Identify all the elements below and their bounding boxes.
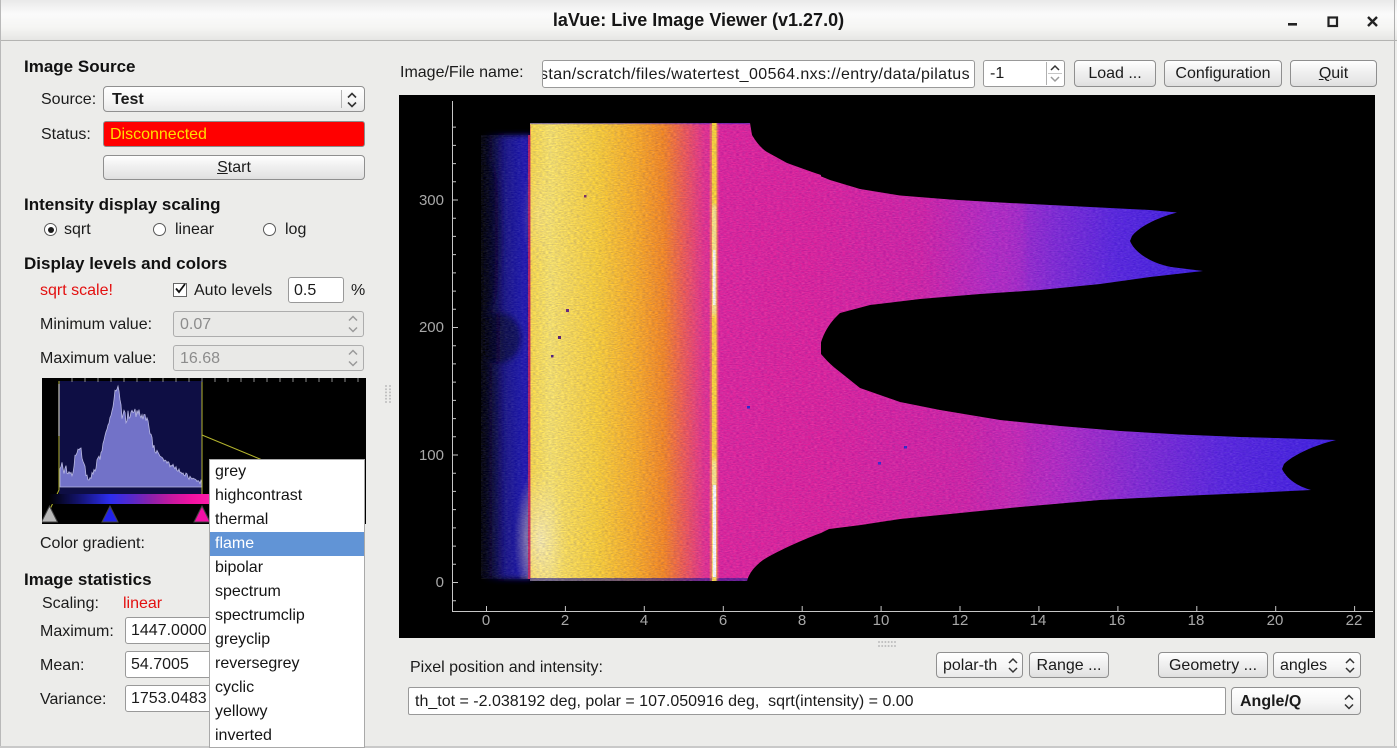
svg-text:300: 300 xyxy=(419,192,444,209)
svg-text:12: 12 xyxy=(952,612,969,629)
svg-text:100: 100 xyxy=(419,447,444,464)
svg-text:6: 6 xyxy=(719,612,727,629)
svg-text:20: 20 xyxy=(1267,612,1284,629)
svg-text:0: 0 xyxy=(482,612,490,629)
svg-text:14: 14 xyxy=(1030,612,1047,629)
svg-text:18: 18 xyxy=(1188,612,1205,629)
svg-text:10: 10 xyxy=(873,612,890,629)
svg-text:2: 2 xyxy=(561,612,569,629)
svg-text:8: 8 xyxy=(798,612,806,629)
svg-text:16: 16 xyxy=(1109,612,1126,629)
svg-text:0: 0 xyxy=(436,574,444,591)
svg-text:22: 22 xyxy=(1346,612,1363,629)
svg-text:4: 4 xyxy=(640,612,648,629)
svg-text:200: 200 xyxy=(419,319,444,336)
